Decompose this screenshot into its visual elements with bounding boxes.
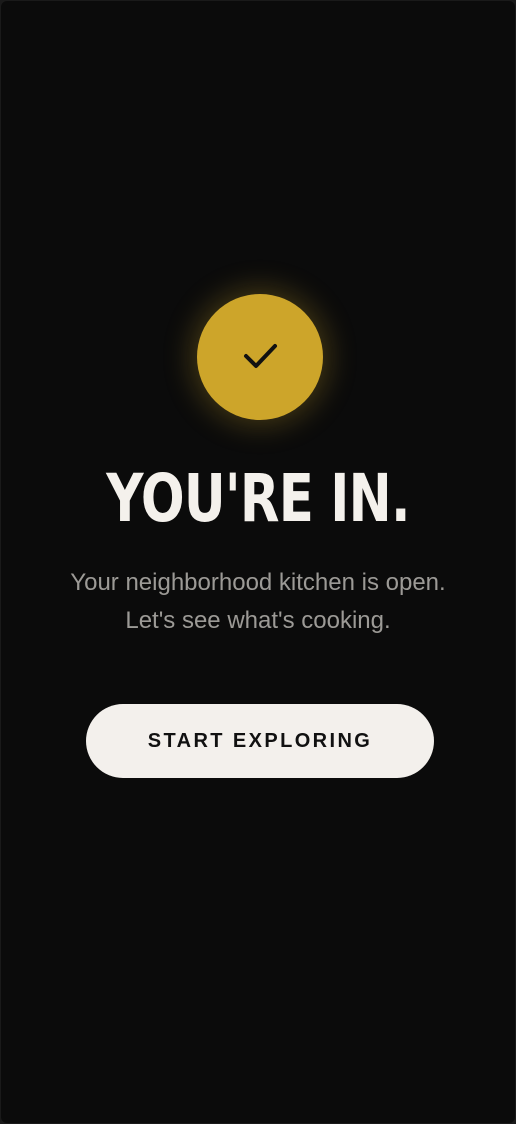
success-badge	[197, 294, 323, 420]
page-title: YOU'RE IN.	[106, 460, 410, 537]
success-screen: YOU'RE IN. Your neighborhood kitchen is …	[1, 1, 515, 1123]
start-exploring-button[interactable]: START EXPLORING	[86, 704, 434, 778]
check-icon	[244, 344, 277, 368]
subtitle-text: Your neighborhood kitchen is open. Let's…	[70, 569, 446, 634]
